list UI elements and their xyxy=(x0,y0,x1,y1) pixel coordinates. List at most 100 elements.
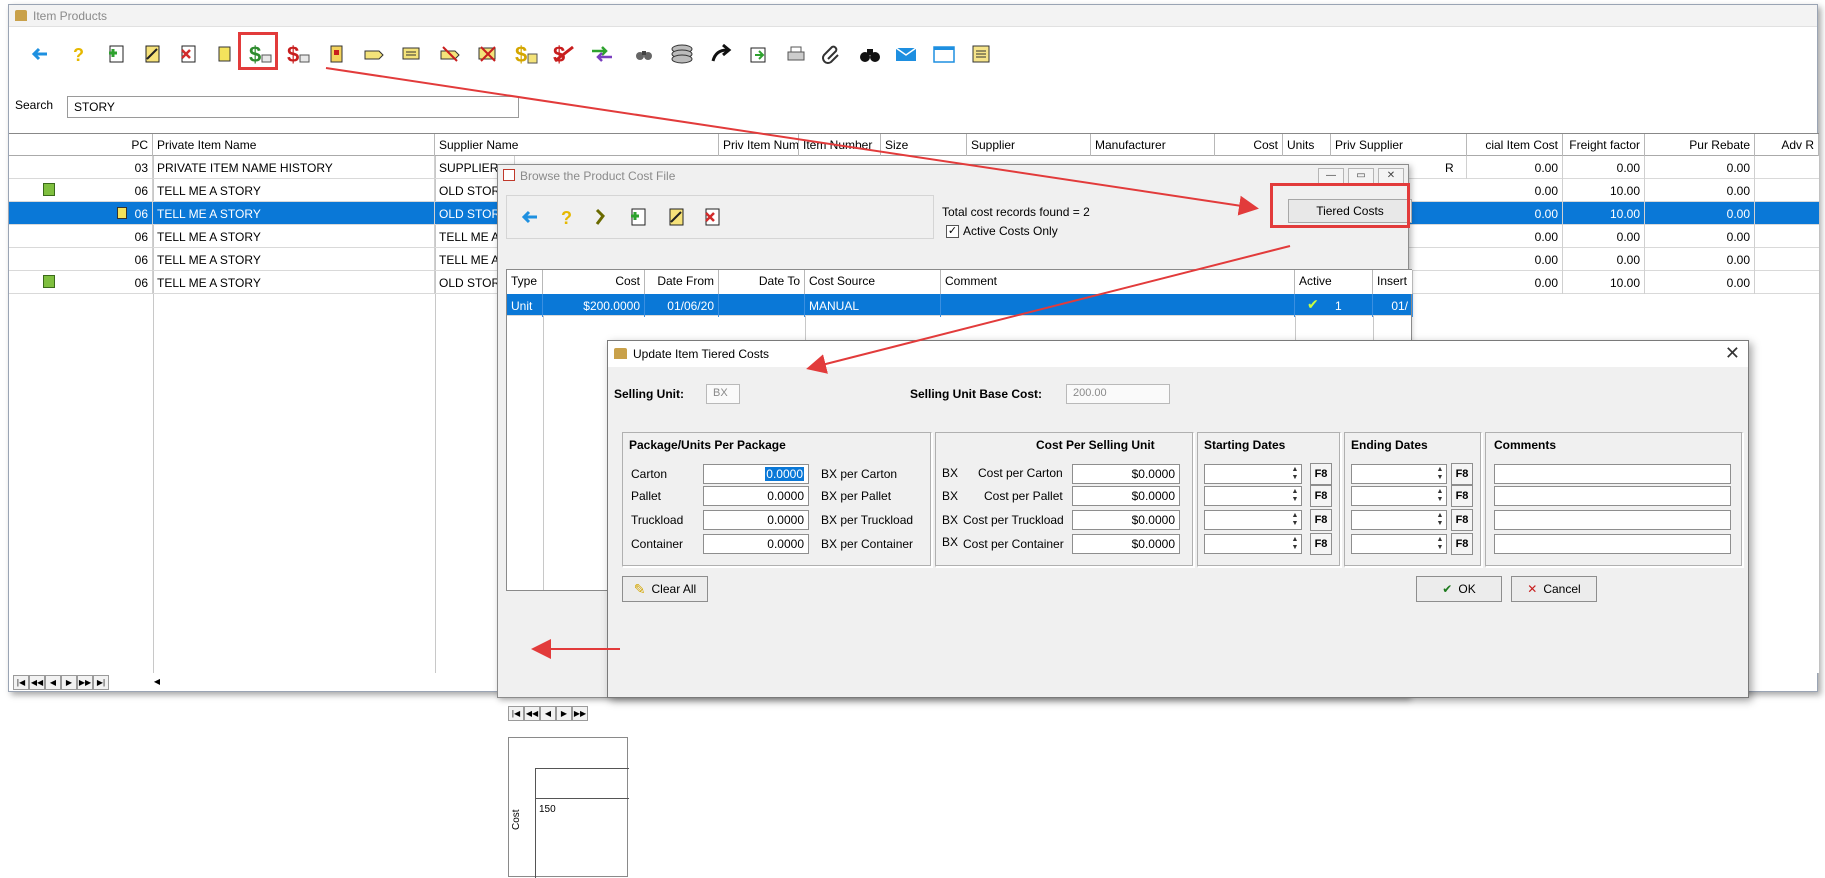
nav-last-button[interactable]: ▶| xyxy=(93,675,109,690)
help-icon[interactable]: ? xyxy=(63,39,93,69)
printer-icon[interactable] xyxy=(781,39,811,69)
start-date-input-carton[interactable]: ▲ ▼ xyxy=(1204,464,1302,484)
col-freight-factor[interactable]: Freight factor xyxy=(1563,134,1645,156)
nav-prev-button[interactable]: ◀ xyxy=(540,706,556,721)
start-date-f8-button[interactable]: F8 xyxy=(1310,485,1332,507)
col-priv-item-num[interactable]: Priv Item Num xyxy=(719,134,799,156)
col-comment[interactable]: Comment xyxy=(941,270,1295,294)
col-size[interactable]: Size xyxy=(881,134,967,156)
dollar-page-icon[interactable]: $ xyxy=(511,39,541,69)
close-button[interactable]: ✕ xyxy=(1378,168,1404,184)
start-date-f8-button[interactable]: F8 xyxy=(1310,533,1332,555)
pallet-cost-input[interactable]: $0.0000 xyxy=(1072,486,1180,506)
nav-first-button[interactable]: |◀ xyxy=(13,675,29,690)
checkbox-mark[interactable]: ✓ xyxy=(946,224,959,238)
nav-next-page-button[interactable]: ▶▶ xyxy=(572,706,588,721)
start-date-input-container[interactable]: ▲ ▼ xyxy=(1204,534,1302,554)
container-qty-input[interactable]: 0.0000 xyxy=(703,534,809,554)
end-date-f8-button[interactable]: F8 xyxy=(1451,509,1473,531)
back-arrow-icon[interactable] xyxy=(515,202,545,232)
ok-button[interactable]: ✔ OK xyxy=(1416,576,1502,602)
clear-all-button[interactable]: ✎ Clear All xyxy=(622,576,708,602)
cancel-list-icon[interactable] xyxy=(473,39,503,69)
end-date-input-truckload[interactable]: ▲ ▼ xyxy=(1351,510,1447,530)
col-supplier-name[interactable]: Supplier Name xyxy=(435,134,719,156)
col-insert[interactable]: Insert xyxy=(1373,270,1413,294)
start-date-input-truckload[interactable]: ▲ ▼ xyxy=(1204,510,1302,530)
nav-next-button[interactable]: ▶ xyxy=(556,706,572,721)
nav-next-button[interactable]: ▶ xyxy=(61,675,77,690)
delete-icon[interactable] xyxy=(173,39,203,69)
nav-prev-button[interactable]: ◀ xyxy=(45,675,61,690)
col-units[interactable]: Units xyxy=(1283,134,1331,156)
truckload-qty-input[interactable]: 0.0000 xyxy=(703,510,809,530)
end-date-input-pallet[interactable]: ▲ ▼ xyxy=(1351,486,1447,506)
container-cost-input[interactable]: $0.0000 xyxy=(1072,534,1180,554)
end-date-input-carton[interactable]: ▲ ▼ xyxy=(1351,464,1447,484)
col-active[interactable]: Active xyxy=(1295,270,1373,294)
list-icon[interactable] xyxy=(397,39,427,69)
start-date-f8-button[interactable]: F8 xyxy=(1310,509,1332,531)
comment-input-container[interactable] xyxy=(1494,534,1731,554)
start-date-input-pallet[interactable]: ▲ ▼ xyxy=(1204,486,1302,506)
pallet-qty-input[interactable]: 0.0000 xyxy=(703,486,809,506)
close-icon[interactable]: ✕ xyxy=(1725,343,1740,364)
col-pur-rebate[interactable]: Pur Rebate xyxy=(1645,134,1755,156)
cost-row-selected[interactable]: Unit $200.0000 01/06/20 MANUAL ✔ 1 01/ xyxy=(507,294,1413,317)
col-adv-r[interactable]: Adv R xyxy=(1755,134,1819,156)
col-date-from[interactable]: Date From xyxy=(645,270,719,294)
window-icon[interactable] xyxy=(929,39,959,69)
comment-input-carton[interactable] xyxy=(1494,464,1731,484)
tag-icon[interactable] xyxy=(359,39,389,69)
col-date-to[interactable]: Date To xyxy=(719,270,805,294)
col-item-number[interactable]: Item Number xyxy=(799,134,881,156)
carton-qty-input[interactable]: 0.0000 xyxy=(703,464,809,484)
stack-icon[interactable] xyxy=(667,39,697,69)
add-icon[interactable] xyxy=(101,39,131,69)
nav-next-page-button[interactable]: ▶▶ xyxy=(77,675,93,690)
active-costs-checkbox[interactable]: ✓ Active Costs Only xyxy=(946,224,1058,238)
forward-arrow-icon[interactable] xyxy=(707,39,737,69)
end-date-f8-button[interactable]: F8 xyxy=(1451,463,1473,485)
nav-first-button[interactable]: |◀ xyxy=(508,706,524,721)
col-manufacturer[interactable]: Manufacturer xyxy=(1091,134,1215,156)
edit-icon[interactable] xyxy=(661,202,691,232)
dollar-cost-icon[interactable]: $ xyxy=(283,39,313,69)
help-icon[interactable]: ? xyxy=(551,202,581,232)
end-date-input-container[interactable]: ▲ ▼ xyxy=(1351,534,1447,554)
col-type[interactable]: Type xyxy=(507,270,543,294)
nav-prev-page-button[interactable]: ◀◀ xyxy=(524,706,540,721)
no-pricing-icon[interactable]: $ xyxy=(549,39,579,69)
edit-icon[interactable] xyxy=(137,39,167,69)
carton-cost-input[interactable]: $0.0000 xyxy=(1072,464,1180,484)
col-pc[interactable]: PC xyxy=(9,134,153,156)
paperclip-icon[interactable] xyxy=(817,39,847,69)
col-priv-supplier[interactable]: Priv Supplier xyxy=(1331,134,1467,156)
minimize-button[interactable]: — xyxy=(1318,168,1344,184)
binoculars-small-icon[interactable] xyxy=(629,39,659,69)
col-cost-source[interactable]: Cost Source xyxy=(805,270,941,294)
back-arrow-icon[interactable] xyxy=(25,39,55,69)
email-icon[interactable] xyxy=(891,39,921,69)
add-icon[interactable] xyxy=(623,202,653,232)
comment-input-pallet[interactable] xyxy=(1494,486,1731,506)
scroll-left-button[interactable]: ◀ xyxy=(149,675,165,690)
comment-input-truckload[interactable] xyxy=(1494,510,1731,530)
cancel-button[interactable]: ✕ Cancel xyxy=(1511,576,1597,602)
truckload-cost-input[interactable]: $0.0000 xyxy=(1072,510,1180,530)
search-input[interactable] xyxy=(67,96,519,118)
notes-icon[interactable] xyxy=(965,39,995,69)
start-date-f8-button[interactable]: F8 xyxy=(1310,463,1332,485)
export-icon[interactable] xyxy=(743,39,773,69)
col-supplier[interactable]: Supplier xyxy=(967,134,1091,156)
col-cost[interactable]: Cost xyxy=(1215,134,1283,156)
note-icon[interactable] xyxy=(209,39,239,69)
cross-tag-icon[interactable] xyxy=(435,39,465,69)
end-date-f8-button[interactable]: F8 xyxy=(1451,533,1473,555)
nav-prev-page-button[interactable]: ◀◀ xyxy=(29,675,45,690)
end-date-f8-button[interactable]: F8 xyxy=(1451,485,1473,507)
delete-icon[interactable] xyxy=(697,202,727,232)
transfer-arrows-icon[interactable] xyxy=(587,39,617,69)
maximize-button[interactable]: ▭ xyxy=(1348,168,1374,184)
book-icon[interactable] xyxy=(321,39,351,69)
